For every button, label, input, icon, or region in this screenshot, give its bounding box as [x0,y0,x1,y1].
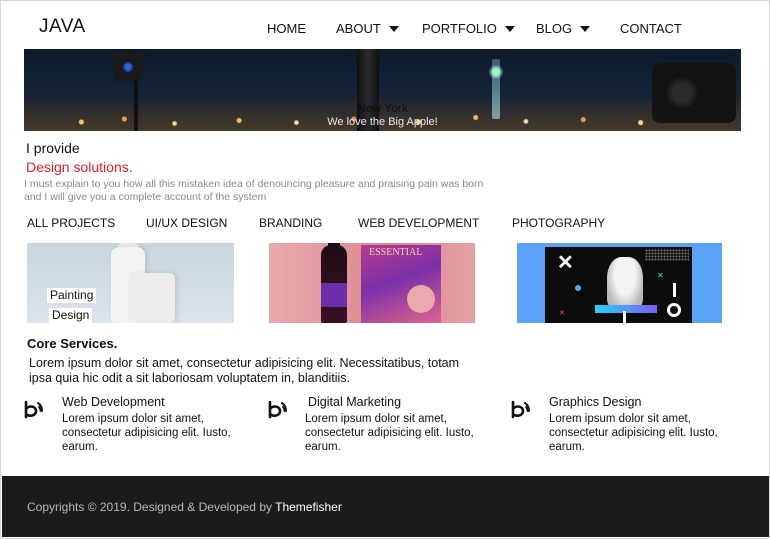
hero-title: New York [357,101,408,115]
bar-shape [673,283,676,297]
service-text: Lorem ipsum dolor sit amet, consectetur … [549,413,718,453]
bar-shape [623,311,626,323]
gradient-bar [595,305,657,313]
close-icon: ✕ [557,252,574,274]
dot-shape [575,285,581,291]
camera-lens [122,61,134,73]
decorative-circle [407,285,435,313]
plus-icon: ✕ [559,310,565,317]
poster-image: ✕ ✕ ✕ [545,247,692,323]
service-title: Web Development [62,395,165,409]
filter-branding[interactable]: BRANDING [259,216,322,230]
filter-all-projects[interactable]: ALL PROJECTS [27,216,115,230]
service-text: Lorem ipsum dolor sit amet, consectetur … [62,413,231,453]
tower-glow [488,65,504,79]
wine-label [321,283,347,307]
behance-icon [511,400,530,419]
service-text: Lorem ipsum dolor sit amet, consectetur … [305,413,474,453]
footer-copyright: Copyrights © 2019. Designed & Developed … [27,500,342,514]
portfolio-card-graphic[interactable]: ✕ ✕ ✕ [517,243,722,323]
footer-link-themefisher[interactable]: Themefisher [275,500,342,514]
nav-blog[interactable]: BLOG [536,21,591,36]
hero-banner: New York We love the Big Apple! [24,49,741,131]
service-title: Graphics Design [549,395,642,409]
nav-home[interactable]: HOME [267,21,306,36]
intro-highlight: Design solutions. [26,159,133,175]
chevron-down-icon [580,25,591,32]
footer-copyright-text: Copyrights © 2019. Designed & Developed … [27,500,272,514]
page-frame: JAVA HOME ABOUT PORTFOLIO BLOG CONTACT N… [0,0,770,539]
card-label: Design [49,308,93,323]
intro-heading: I provide [26,140,80,156]
statue-image [607,257,643,309]
nav-portfolio[interactable]: PORTFOLIO [422,21,515,36]
nav-contact-label: CONTACT [620,21,682,36]
footer: Copyrights © 2019. Designed & Developed … [2,476,769,537]
ring-shape [667,303,681,317]
hero-subtitle: We love the Big Apple! [327,116,438,128]
nav-home-label: HOME [267,21,306,36]
nav-portfolio-label: PORTFOLIO [422,21,497,36]
dots-pattern [645,249,689,261]
book-title: ESSENTIAL [369,247,423,258]
filter-uiux-design[interactable]: UI/UX DESIGN [146,216,227,230]
plus-icon: ✕ [657,271,664,280]
nav-contact[interactable]: CONTACT [620,21,682,36]
filter-web-development[interactable]: WEB DEVELOPMENT [358,216,479,230]
chevron-down-icon [388,25,399,32]
nav-blog-label: BLOG [536,21,573,36]
nav-about[interactable]: ABOUT [336,21,399,36]
nav-about-label: ABOUT [336,21,381,36]
intro-description: I must explain to you how all this mista… [24,178,484,203]
portfolio-card-branding[interactable]: ESSENTIAL [269,243,475,323]
card-label: Painting [47,288,97,303]
service-title: Digital Marketing [308,395,402,409]
bottle-image [129,273,175,323]
core-services-text: Lorem ipsum dolor sit amet, consectetur … [29,356,460,385]
chevron-down-icon [504,25,515,32]
filter-photography[interactable]: PHOTOGRAPHY [512,216,605,230]
portfolio-card-painting[interactable]: Painting Design [27,243,234,323]
brand-logo[interactable]: JAVA [39,16,86,38]
behance-icon [268,400,287,419]
core-services-title: Core Services. [27,336,118,351]
behance-icon [24,400,43,419]
